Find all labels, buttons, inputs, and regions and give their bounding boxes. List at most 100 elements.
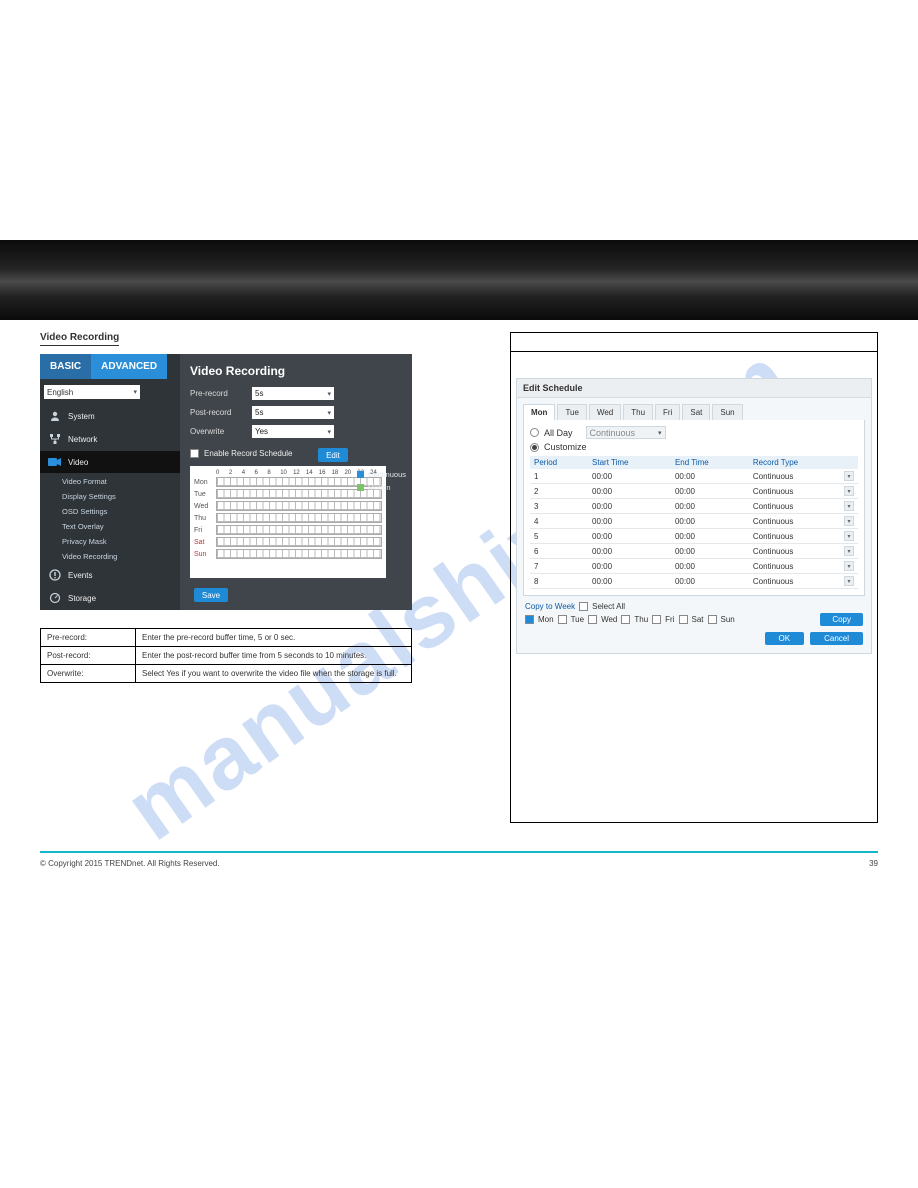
chevron-down-icon: ▾ bbox=[327, 390, 331, 398]
sub-video-format[interactable]: Video Format bbox=[40, 474, 180, 489]
copy-button[interactable]: Copy bbox=[820, 613, 863, 626]
params-table: Pre-record:Enter the pre-record buffer t… bbox=[40, 628, 412, 683]
page-number: 39 bbox=[869, 859, 878, 868]
copy-mon-checkbox[interactable] bbox=[525, 615, 534, 624]
daytab-tue[interactable]: Tue bbox=[557, 404, 587, 420]
sub-privacy-mask[interactable]: Privacy Mask bbox=[40, 534, 180, 549]
start-time-field[interactable]: 00:00 bbox=[588, 529, 671, 544]
customize-radio[interactable] bbox=[530, 443, 539, 452]
end-time-field[interactable]: 00:00 bbox=[671, 484, 749, 499]
sub-display-settings[interactable]: Display Settings bbox=[40, 489, 180, 504]
start-time-field[interactable]: 00:00 bbox=[588, 559, 671, 574]
start-time-field[interactable]: 00:00 bbox=[588, 544, 671, 559]
param-desc: Enter the pre-record buffer time, 5 or 0… bbox=[136, 629, 412, 647]
end-time-field[interactable]: 00:00 bbox=[671, 514, 749, 529]
param-name: Pre-record: bbox=[41, 629, 136, 647]
overwrite-label: Overwrite bbox=[190, 427, 242, 436]
daytab-fri[interactable]: Fri bbox=[655, 404, 680, 420]
th-end: End Time bbox=[671, 456, 749, 469]
tab-advanced[interactable]: ADVANCED bbox=[91, 354, 167, 379]
period-num: 7 bbox=[530, 559, 588, 574]
chevron-down-icon[interactable]: ▾ bbox=[844, 531, 854, 541]
chevron-down-icon[interactable]: ▾ bbox=[844, 516, 854, 526]
customize-label: Customize bbox=[544, 442, 587, 452]
copy-sun-checkbox[interactable] bbox=[708, 615, 717, 624]
param-name: Overwrite: bbox=[41, 665, 136, 683]
postrecord-select[interactable]: 5s▾ bbox=[252, 406, 334, 419]
table-row: 400:0000:00Continuous▾ bbox=[530, 514, 858, 529]
sidebar-label: System bbox=[68, 412, 95, 421]
chevron-down-icon[interactable]: ▾ bbox=[844, 501, 854, 511]
camera-icon bbox=[48, 456, 62, 468]
record-type-value: Continuous bbox=[753, 517, 793, 526]
daytab-sun[interactable]: Sun bbox=[712, 404, 742, 420]
copy-days-row: Mon Tue Wed Thu Fri Sat Sun Copy bbox=[525, 613, 863, 626]
end-time-field[interactable]: 00:00 bbox=[671, 559, 749, 574]
copy-fri-checkbox[interactable] bbox=[652, 615, 661, 624]
edit-schedule-panel: Edit Schedule Mon Tue Wed Thu Fri Sat Su… bbox=[516, 378, 872, 654]
copy-sat-checkbox[interactable] bbox=[679, 615, 688, 624]
chevron-down-icon: ▾ bbox=[327, 428, 331, 436]
grid-sun[interactable] bbox=[216, 549, 382, 559]
cancel-button[interactable]: Cancel bbox=[810, 632, 863, 645]
tab-basic[interactable]: BASIC bbox=[40, 354, 91, 379]
daytab-wed[interactable]: Wed bbox=[589, 404, 621, 420]
copy-thu-checkbox[interactable] bbox=[621, 615, 630, 624]
overwrite-select[interactable]: Yes▾ bbox=[252, 425, 334, 438]
end-time-field[interactable]: 00:00 bbox=[671, 529, 749, 544]
copy-to-week-label: Copy to Week bbox=[525, 602, 575, 611]
chevron-down-icon[interactable]: ▾ bbox=[844, 561, 854, 571]
period-num: 6 bbox=[530, 544, 588, 559]
main-pane: Video Recording Pre-record 5s▾ Post-reco… bbox=[180, 354, 412, 610]
right-column: Edit Schedule Mon Tue Wed Thu Fri Sat Su… bbox=[459, 332, 878, 823]
sidebar-item-storage[interactable]: Storage bbox=[40, 587, 180, 610]
start-time-field[interactable]: 00:00 bbox=[588, 469, 671, 484]
start-time-field[interactable]: 00:00 bbox=[588, 514, 671, 529]
end-time-field[interactable]: 00:00 bbox=[671, 469, 749, 484]
grid-thu[interactable] bbox=[216, 513, 382, 523]
copy-wed-checkbox[interactable] bbox=[588, 615, 597, 624]
daytab-mon[interactable]: Mon bbox=[523, 404, 555, 420]
sub-video-recording[interactable]: Video Recording bbox=[40, 549, 180, 564]
edit-button[interactable]: Edit bbox=[318, 448, 348, 462]
sidebar-item-events[interactable]: Events bbox=[40, 564, 180, 587]
chevron-down-icon[interactable]: ▾ bbox=[844, 546, 854, 556]
sidebar-item-video[interactable]: Video bbox=[40, 451, 180, 474]
start-time-field[interactable]: 00:00 bbox=[588, 484, 671, 499]
start-time-field[interactable]: 00:00 bbox=[588, 499, 671, 514]
select-all-checkbox[interactable] bbox=[579, 602, 588, 611]
grid-wed[interactable] bbox=[216, 501, 382, 511]
chevron-down-icon[interactable]: ▾ bbox=[844, 471, 854, 481]
table-row: 200:0000:00Continuous▾ bbox=[530, 484, 858, 499]
network-icon bbox=[48, 433, 62, 445]
sidebar-label: Network bbox=[68, 435, 97, 444]
grid-fri[interactable] bbox=[216, 525, 382, 535]
copy-tue-checkbox[interactable] bbox=[558, 615, 567, 624]
ok-button[interactable]: OK bbox=[765, 632, 805, 645]
allday-radio[interactable] bbox=[530, 428, 539, 437]
top-whitespace bbox=[0, 0, 918, 240]
language-select[interactable]: English ▾ bbox=[44, 385, 140, 399]
end-time-field[interactable]: 00:00 bbox=[671, 499, 749, 514]
chevron-down-icon[interactable]: ▾ bbox=[844, 576, 854, 586]
end-time-field[interactable]: 00:00 bbox=[671, 544, 749, 559]
sidebar-item-network[interactable]: Network bbox=[40, 428, 180, 451]
prerecord-select[interactable]: 5s▾ bbox=[252, 387, 334, 400]
daytab-sat[interactable]: Sat bbox=[682, 404, 710, 420]
day-tabs: Mon Tue Wed Thu Fri Sat Sun bbox=[523, 404, 865, 420]
save-button[interactable]: Save bbox=[194, 588, 228, 602]
end-time-field[interactable]: 00:00 bbox=[671, 574, 749, 589]
allday-type-select[interactable]: Continuous▾ bbox=[586, 426, 666, 439]
sub-text-overlay[interactable]: Text Overlay bbox=[40, 519, 180, 534]
daytab-thu[interactable]: Thu bbox=[623, 404, 653, 420]
start-time-field[interactable]: 00:00 bbox=[588, 574, 671, 589]
allday-label: All Day bbox=[544, 428, 573, 438]
sub-osd-settings[interactable]: OSD Settings bbox=[40, 504, 180, 519]
chevron-down-icon[interactable]: ▾ bbox=[844, 486, 854, 496]
storage-icon bbox=[48, 592, 62, 604]
table-row: 700:0000:00Continuous▾ bbox=[530, 559, 858, 574]
period-num: 4 bbox=[530, 514, 588, 529]
grid-sat[interactable] bbox=[216, 537, 382, 547]
sidebar-item-system[interactable]: System bbox=[40, 405, 180, 428]
enable-schedule-checkbox[interactable] bbox=[190, 449, 199, 458]
